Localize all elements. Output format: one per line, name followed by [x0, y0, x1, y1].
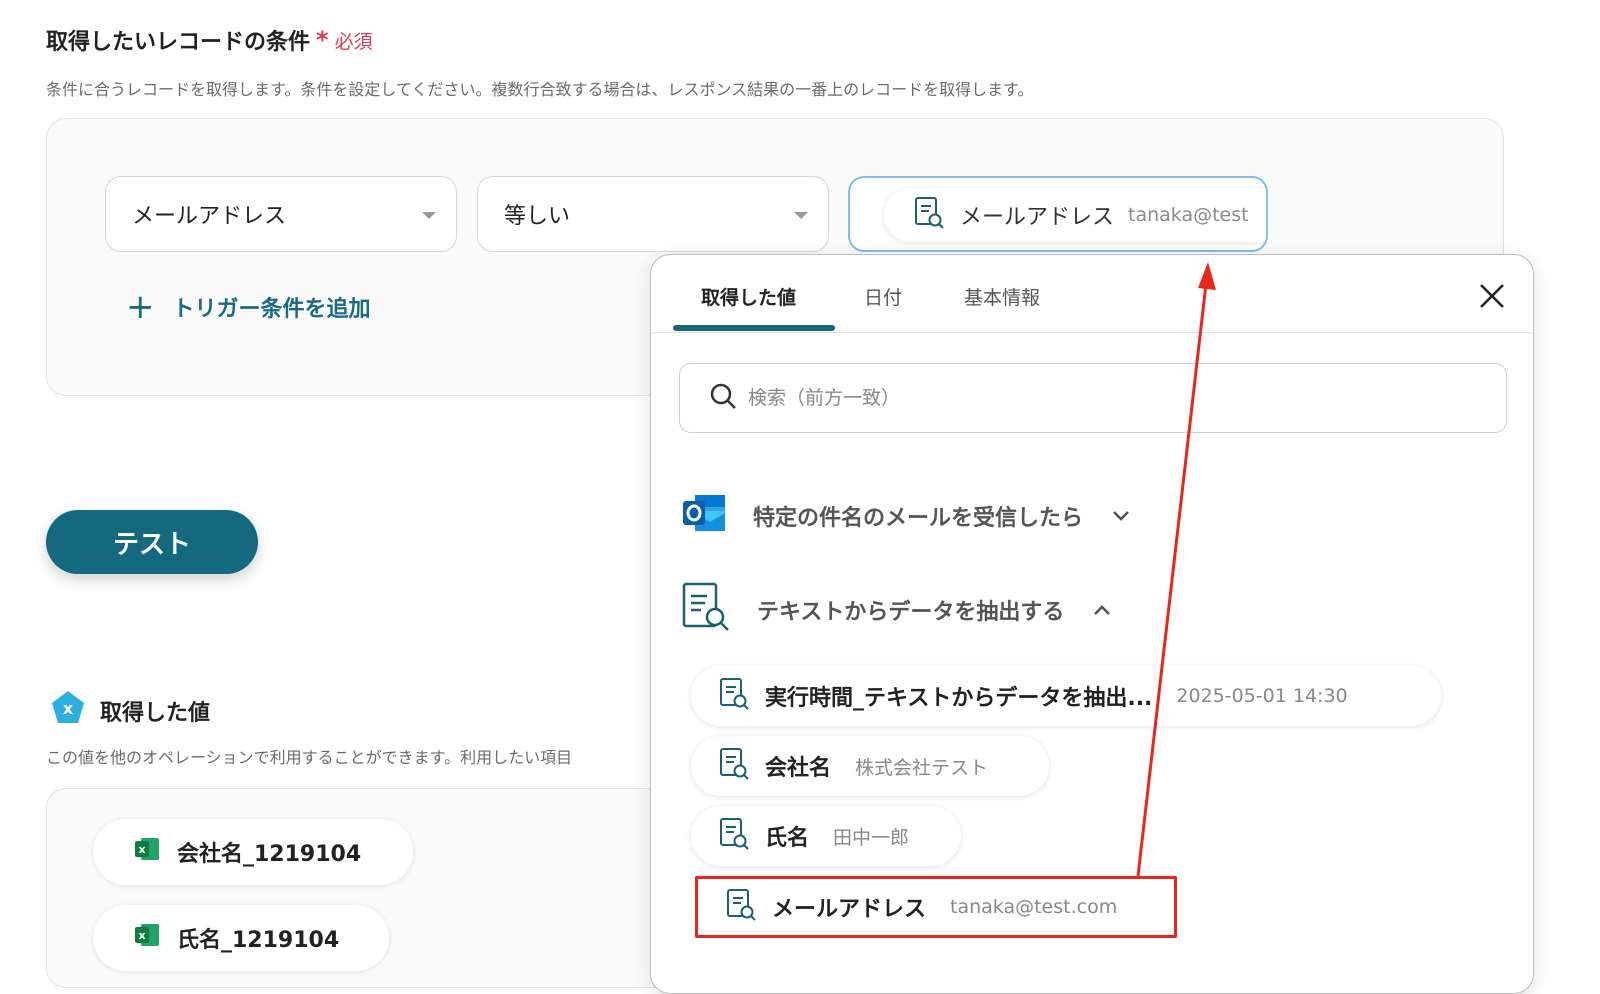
variable-item-value: tanaka@test.com — [950, 896, 1118, 918]
outlook-icon — [681, 489, 729, 543]
add-trigger-label: トリガー条件を追加 — [172, 297, 371, 322]
variable-item[interactable]: 実行時間_テキストからデータを抽出... 2025-05-01 14:30 — [691, 666, 1441, 726]
obtained-title: x 取得した値 — [50, 690, 210, 732]
svg-text:x: x — [138, 843, 145, 856]
svg-text:x: x — [63, 699, 74, 718]
required-star: * — [316, 26, 329, 54]
yoom-badge-icon: x — [50, 690, 86, 732]
variable-item[interactable]: 会社名 株式会社テスト — [691, 736, 1049, 796]
group-outlook-label: 特定の件名のメールを受信したら — [753, 506, 1084, 531]
search-input[interactable] — [748, 387, 1448, 409]
variable-picker-popup: 取得した値 日付 基本情報 特定の件名のメールを受信したら テキストからデータを… — [650, 254, 1534, 994]
extract-doc-icon — [726, 888, 758, 926]
excel-icon: x — [133, 922, 161, 954]
popup-tabs: 取得した値 日付 基本情報 — [651, 255, 1533, 333]
caret-down-icon — [794, 212, 808, 219]
obtained-title-text: 取得した値 — [100, 701, 211, 726]
plus-icon: + — [126, 287, 155, 327]
chevron-up-icon — [1092, 598, 1112, 623]
condition-title-text: 取得したいレコードの条件 — [46, 30, 311, 55]
operator-select[interactable]: 等しい — [477, 176, 829, 252]
variable-item-name: 会社名 — [765, 756, 832, 781]
tab-basic-info[interactable]: 基本情報 — [964, 283, 1040, 310]
chevron-down-icon — [1111, 504, 1131, 529]
variable-item-value: 田中一郎 — [833, 826, 910, 849]
group-outlook-trigger[interactable]: 特定の件名のメールを受信したら — [681, 489, 1131, 543]
value-chip-label: メールアドレス — [960, 205, 1115, 230]
value-input[interactable]: メールアドレス tanaka@test — [848, 176, 1268, 252]
obtained-chip[interactable]: x 氏名_1219104 — [93, 905, 389, 971]
search-field[interactable] — [679, 363, 1507, 433]
add-trigger-button[interactable]: + トリガー条件を追加 — [126, 290, 371, 324]
group-extract-text[interactable]: テキストからデータを抽出する — [681, 581, 1112, 639]
variable-item-name: 実行時間_テキストからデータを抽出... — [765, 686, 1153, 711]
caret-down-icon — [422, 212, 436, 219]
close-icon[interactable] — [1477, 281, 1507, 311]
operator-select-value: 等しい — [504, 204, 571, 229]
tab-date[interactable]: 日付 — [864, 283, 902, 310]
extract-doc-icon — [719, 747, 751, 785]
obtained-chip[interactable]: x 会社名_1219104 — [93, 819, 413, 885]
obtained-panel: x 会社名_1219104 x 氏名_1219104 — [46, 788, 746, 988]
value-chip[interactable]: メールアドレス tanaka@test — [884, 188, 1266, 242]
variable-item-name: 氏名 — [765, 826, 810, 851]
variable-item-name: メールアドレス — [772, 897, 927, 922]
excel-icon: x — [133, 836, 161, 868]
group-extract-label: テキストからデータを抽出する — [757, 600, 1065, 625]
tab-obtained-values[interactable]: 取得した値 — [701, 283, 796, 310]
variable-item-value: 2025-05-01 14:30 — [1176, 685, 1348, 707]
obtained-chip-label: 会社名_1219104 — [177, 842, 362, 867]
required-label: 必須 — [334, 30, 373, 53]
test-button[interactable]: テスト — [46, 510, 258, 574]
obtained-chip-label: 氏名_1219104 — [177, 928, 340, 953]
variable-item-value: 株式会社テスト — [855, 756, 989, 779]
field-select-value: メールアドレス — [132, 204, 287, 229]
field-select[interactable]: メールアドレス — [105, 176, 457, 252]
condition-description: 条件に合うレコードを取得します。条件を設定してください。複数行合致する場合は、レ… — [46, 80, 1034, 99]
search-icon — [708, 381, 738, 415]
extract-doc-icon — [681, 581, 733, 639]
variable-item[interactable]: 氏名 田中一郎 — [691, 806, 961, 866]
svg-text:x: x — [138, 929, 145, 942]
extract-doc-icon — [719, 677, 751, 715]
condition-title: 取得したいレコードの条件 * 必須 — [46, 24, 373, 56]
value-chip-value: tanaka@test — [1128, 204, 1249, 226]
extract-doc-icon — [719, 817, 751, 855]
obtained-description: この値を他のオペレーションで利用することができます。利用したい項目 — [46, 748, 573, 767]
active-tab-indicator — [673, 325, 835, 331]
variable-item-highlighted[interactable]: メールアドレス tanaka@test.com — [695, 876, 1177, 938]
extract-doc-icon — [914, 196, 946, 234]
